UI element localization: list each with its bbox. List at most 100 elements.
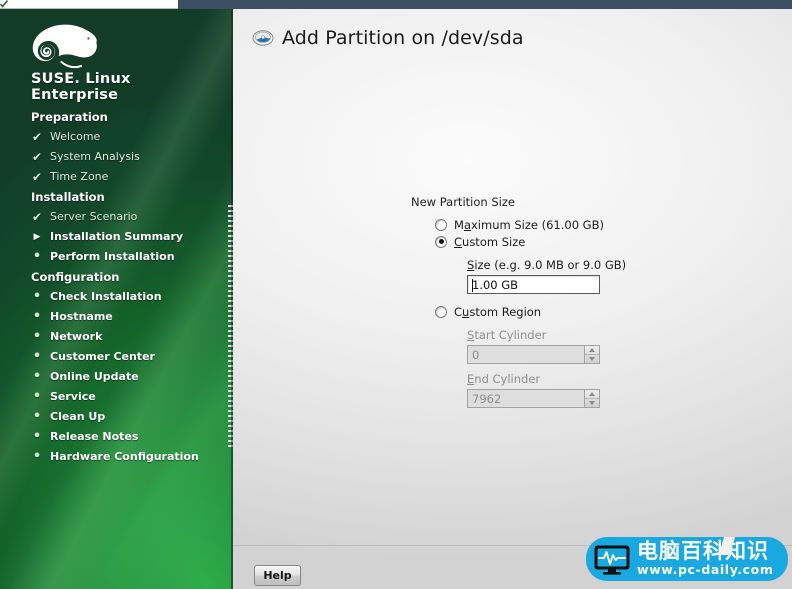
bullet-icon: • (32, 249, 42, 264)
check-icon-glyph (0, 0, 9, 8)
sidebar-step-service: • Service (0, 387, 233, 407)
size-field-label: Size (e.g. 9.0 MB or 9.0 GB) (467, 258, 627, 272)
start-cylinder-value[interactable]: 0 (467, 345, 584, 364)
sidebar-step-online-update: • Online Update (0, 367, 233, 387)
sidebar-step-network: • Network (0, 327, 233, 347)
chevron-down-icon (589, 400, 595, 405)
hard-disk-icon (252, 27, 274, 49)
sidebar-step-label: Time Zone (50, 170, 109, 183)
top-bar-light-section (0, 0, 178, 9)
sidebar-group-title: Preparation (31, 110, 108, 124)
sidebar-step-welcome: ✔ Welcome (0, 127, 233, 147)
check-icon: ✔ (31, 130, 43, 144)
sidebar-step-perform-installation: • Perform Installation (0, 247, 233, 267)
page-title: Add Partition on /dev/sda (282, 27, 524, 49)
hard-disk-icon-glyph (252, 30, 274, 46)
bullet-icon: • (32, 329, 42, 344)
site-watermark: 电脑百科知识 www.pc-daily.com (586, 537, 788, 581)
sidebar-step-label: Service (50, 390, 96, 403)
sidebar-group-title: Installation (31, 190, 105, 204)
monitor-waveform-icon (593, 544, 631, 575)
end-cylinder-stepper[interactable]: 7962 (467, 389, 600, 408)
chevron-down-icon (589, 356, 595, 361)
sidebar-step-label: Welcome (50, 130, 101, 143)
product-brand: SUSE. Linux Enterprise (31, 71, 211, 103)
installer-sidebar: SUSE. Linux Enterprise Preparation ✔ Welco… (0, 9, 233, 589)
monitor-waveform-icon-glyph (594, 545, 630, 575)
size-input-value: 1.00 GB (472, 277, 519, 292)
sidebar-step-system-analysis: ✔ System Analysis (0, 147, 233, 167)
help-button[interactable]: Help (254, 565, 301, 586)
sidebar-step-label: Server Scenario (50, 210, 138, 223)
new-partition-size-form: New Partition Size Maximum Size (61.00 G… (411, 195, 791, 408)
bullet-icon: • (32, 289, 42, 304)
arrow-right-icon: ▶ (33, 232, 41, 242)
bullet-icon: • (32, 349, 42, 364)
dialog-title-row: Add Partition on /dev/sda (252, 22, 524, 54)
watermark-text: 电脑百科知识 www.pc-daily.com (637, 541, 773, 577)
sidebar-step-label: Hardware Configuration (50, 450, 199, 463)
sidebar-step-release-notes: • Release Notes (0, 427, 233, 447)
start-cylinder-increment-button[interactable] (585, 346, 599, 355)
check-icon: ✔ (31, 170, 43, 184)
brand-line-2: Enterprise (31, 87, 119, 103)
sidebar-step-label: System Analysis (50, 150, 140, 163)
start-cylinder-decrement-button[interactable] (585, 355, 599, 364)
sidebar-step-label: Clean Up (50, 410, 106, 423)
new-partition-size-label: New Partition Size (411, 195, 515, 209)
chevron-up-icon (589, 391, 595, 396)
check-icon: ✔ (31, 150, 43, 164)
sidebar-step-label: Check Installation (50, 290, 162, 303)
check-icon (0, 0, 9, 9)
bullet-icon: • (32, 429, 42, 444)
sidebar-step-label: Perform Installation (50, 250, 175, 263)
sidebar-step-check-installation: • Check Installation (0, 287, 233, 307)
end-cylinder-decrement-button[interactable] (585, 399, 599, 408)
start-cylinder-label: Start Cylinder (467, 328, 547, 342)
end-cylinder-label: End Cylinder (467, 372, 541, 386)
sidebar-step-hostname: • Hostname (0, 307, 233, 327)
sidebar-step-label: Network (50, 330, 103, 343)
sidebar-step-customer-center: • Customer Center (0, 347, 233, 367)
sidebar-step-label: Hostname (50, 310, 113, 323)
sidebar-step-server-scenario: ✔ Server Scenario (0, 207, 233, 227)
radio-custom-size-indicator[interactable] (435, 235, 447, 248)
sidebar-step-clean-up: • Clean Up (0, 407, 233, 427)
text-caret (472, 279, 473, 292)
brand-line-1: SUSE. Linux (31, 71, 131, 87)
suse-chameleon-logo (26, 21, 110, 75)
radio-custom-size-label: Custom Size (454, 234, 526, 249)
radio-custom-size[interactable]: Custom Size (435, 233, 791, 250)
bullet-icon: • (32, 389, 42, 404)
suse-chameleon-logo-glyph (32, 24, 97, 69)
bullet-icon: • (32, 309, 42, 324)
radio-maximum-size[interactable]: Maximum Size (61.00 GB) (435, 216, 791, 233)
sidebar-step-label: Installation Summary (50, 230, 184, 243)
end-cylinder-value[interactable]: 7962 (467, 389, 584, 408)
window-top-bar (0, 0, 792, 9)
radio-custom-region-label: Custom Region (454, 304, 542, 319)
size-input[interactable]: 1.00 GB (467, 275, 600, 294)
main-content-panel: Add Partition on /dev/sda New Partition … (233, 9, 792, 589)
sidebar-step-label: Online Update (50, 370, 139, 383)
watermark-url-text: www.pc-daily.com (637, 562, 774, 578)
chevron-up-icon (589, 347, 595, 352)
sidebar-step-label: Customer Center (50, 350, 155, 363)
bullet-icon: • (32, 449, 42, 464)
start-cylinder-stepper-buttons[interactable] (584, 345, 600, 364)
radio-custom-region-indicator[interactable] (435, 305, 447, 318)
end-cylinder-increment-button[interactable] (585, 390, 599, 399)
sidebar-step-installation-summary: ▶ Installation Summary (0, 227, 233, 247)
watermark-cn-text: 电脑百科知识 (637, 539, 769, 564)
installer-screen: SUSE. Linux Enterprise Preparation ✔ Welco… (0, 0, 792, 589)
end-cylinder-stepper-buttons[interactable] (584, 389, 600, 408)
start-cylinder-stepper[interactable]: 0 (467, 345, 600, 364)
installation-steps-list: Preparation ✔ Welcome ✔ System Analysis ✔ Time… (0, 107, 233, 467)
check-icon: ✔ (31, 210, 43, 224)
sidebar-step-hardware-configuration: • Hardware Configuration (0, 447, 233, 467)
bullet-icon: • (32, 369, 42, 384)
radio-custom-region[interactable]: Custom Region (435, 303, 791, 320)
sidebar-step-time-zone: ✔ Time Zone (0, 167, 233, 187)
radio-maximum-size-indicator[interactable] (435, 218, 447, 231)
radio-maximum-size-label: Maximum Size (61.00 GB) (454, 217, 604, 232)
